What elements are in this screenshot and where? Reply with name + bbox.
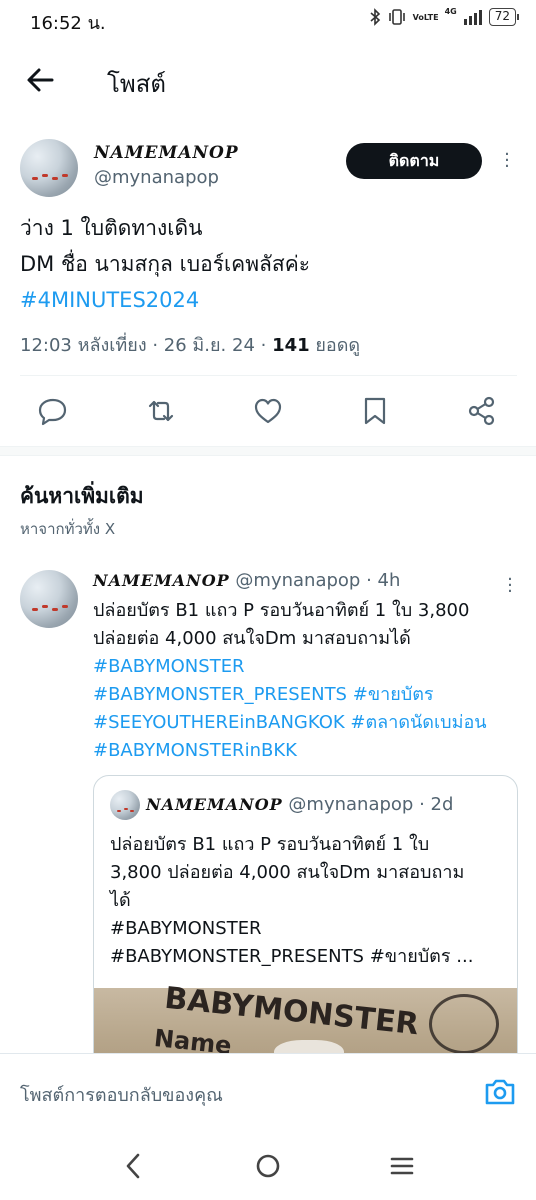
quote-header: NAMEMANOP @mynanapop · 2d bbox=[146, 794, 453, 815]
quote-time: · 2d bbox=[413, 794, 454, 815]
more-options-icon[interactable]: · · · bbox=[502, 146, 512, 176]
views-label: ยอดดู bbox=[309, 335, 361, 356]
post-text: ว่าง 1 ใบติดทางเดิน DM ชื่อ นามสกุล เบอร… bbox=[20, 210, 310, 318]
camera-icon[interactable] bbox=[482, 1074, 518, 1110]
post-line: DM ชื่อ นามสกุล เบอร์เคพลัสค่ะ bbox=[20, 252, 311, 276]
quote-line: #BABYMONSTER_PRESENTS #ขายบัตร ... bbox=[110, 946, 474, 967]
hashtag[interactable]: #BABYMONSTER bbox=[93, 653, 523, 681]
discover-subtitle: หาจากทั่วทั้ง X bbox=[20, 520, 116, 538]
tweet-line: ปล่อยต่อ 4,000 สนใจDm มาสอบถามได้ bbox=[93, 628, 411, 649]
quote-line: ปล่อยบัตร B1 แถว P รอบวันอาทิตย์ 1 ใบ bbox=[110, 834, 430, 855]
hashtag[interactable]: #ตลาดนัดเบม่อน bbox=[350, 712, 486, 733]
reply-input[interactable]: โพสต์การตอบกลับของคุณ bbox=[20, 1080, 223, 1109]
post-meta: 12:03 หลังเที่ยง · 26 มิ.ย. 24 · 141 ยอด… bbox=[20, 330, 360, 359]
quote-body: ปล่อยบัตร B1 แถว P รอบวันอาทิตย์ 1 ใบ 3,… bbox=[110, 831, 505, 971]
action-bar bbox=[0, 388, 536, 434]
hashtag[interactable]: #ขายบัตร bbox=[353, 684, 434, 705]
tweet-body: ปล่อยบัตร B1 แถว P รอบวันอาทิตย์ 1 ใบ 3,… bbox=[93, 597, 523, 765]
vibrate-icon bbox=[388, 9, 405, 25]
author-handle[interactable]: @mynanapop bbox=[94, 167, 219, 188]
quote-line: 3,800 ปล่อยต่อ 4,000 สนใจDm มาสอบถาม bbox=[110, 862, 465, 883]
back-nav-icon[interactable] bbox=[117, 1149, 151, 1183]
quote-line: ได้ bbox=[110, 890, 131, 911]
bookmark-icon[interactable] bbox=[358, 394, 392, 428]
tweet-line: ปล่อยบัตร B1 แถว P รอบวันอาทิตย์ 1 ใบ 3,… bbox=[93, 600, 470, 621]
like-icon[interactable] bbox=[251, 394, 285, 428]
volte-icon: VoLTE bbox=[412, 12, 439, 22]
page-header: โพสต์ bbox=[0, 38, 536, 122]
avatar[interactable] bbox=[20, 139, 78, 197]
quote-line: #BABYMONSTER bbox=[110, 918, 262, 939]
hashtag[interactable]: #SEEYOUTHEREinBANGKOK bbox=[93, 712, 345, 733]
author-name: NAMEMANOP bbox=[146, 795, 283, 814]
avatar bbox=[110, 790, 140, 820]
status-bar: 16:52 น. VoLTE 4G 72 bbox=[0, 0, 536, 38]
views-count: 141 bbox=[272, 335, 310, 356]
system-nav-bar bbox=[0, 1131, 536, 1200]
hashtag[interactable]: #BABYMONSTER_PRESENTS bbox=[93, 684, 347, 705]
post-hashtag[interactable]: #4MINUTES2024 bbox=[20, 282, 310, 318]
signal-icon bbox=[463, 10, 482, 25]
recents-nav-icon[interactable] bbox=[385, 1149, 419, 1183]
page-title: โพสต์ bbox=[107, 70, 166, 98]
author-handle: @mynanapop bbox=[288, 794, 414, 815]
reply-icon[interactable] bbox=[36, 394, 70, 428]
status-time: 16:52 น. bbox=[30, 13, 106, 34]
battery-icon: 72 bbox=[488, 8, 520, 26]
home-nav-icon[interactable] bbox=[251, 1149, 285, 1183]
tweet-time[interactable]: · 4h bbox=[360, 570, 400, 591]
network-type: 4G bbox=[444, 6, 457, 16]
avatar[interactable] bbox=[20, 570, 78, 628]
image-decoration bbox=[429, 994, 499, 1054]
arrow-left-icon[interactable] bbox=[20, 60, 60, 100]
tweet-header: NAMEMANOP @mynanapop · 4h bbox=[93, 570, 400, 591]
section-separator bbox=[0, 446, 536, 456]
post-timestamp[interactable]: 12:03 หลังเที่ยง · 26 มิ.ย. 24 · bbox=[20, 335, 272, 356]
status-icons: VoLTE 4G 72 bbox=[369, 6, 520, 26]
quote-card[interactable]: NAMEMANOP @mynanapop · 2d ปล่อยบัตร B1 แ… bbox=[93, 775, 518, 1075]
divider bbox=[20, 375, 517, 376]
author-name[interactable]: NAMEMANOP bbox=[93, 571, 230, 590]
more-options-icon[interactable]: · · · bbox=[505, 571, 515, 601]
discover-title: ค้นหาเพิ่มเติม bbox=[20, 484, 144, 508]
share-icon[interactable] bbox=[465, 394, 499, 428]
author-name[interactable]: NAMEMANOP bbox=[94, 143, 239, 163]
follow-button[interactable]: ติดตาม bbox=[346, 143, 482, 179]
retweet-icon[interactable] bbox=[144, 394, 178, 428]
author-handle[interactable]: @mynanapop bbox=[235, 570, 360, 591]
post-line: ว่าง 1 ใบติดทางเดิน bbox=[20, 216, 203, 240]
bluetooth-icon bbox=[370, 8, 380, 26]
reply-bar: โพสต์การตอบกลับของคุณ bbox=[0, 1053, 536, 1131]
hashtag[interactable]: #BABYMONSTERinBKK bbox=[93, 737, 523, 765]
